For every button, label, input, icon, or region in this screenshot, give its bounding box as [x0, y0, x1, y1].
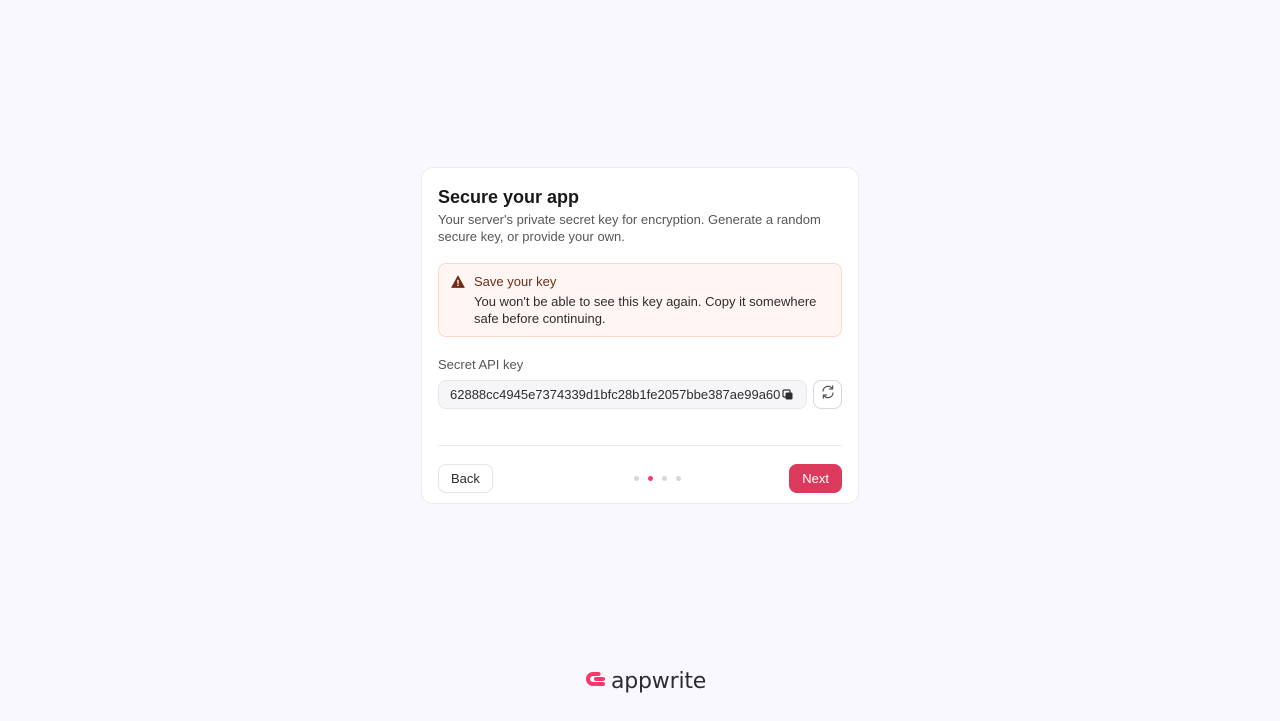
brand-name: appwrite	[611, 669, 707, 694]
alert-title: Save your key	[474, 274, 557, 289]
step-indicator	[633, 476, 681, 481]
secret-key-label: Secret API key	[438, 357, 524, 372]
page-title: Secure your app	[438, 187, 580, 207]
step-dot	[675, 476, 681, 481]
save-key-alert: Save your key You won't be able to see t…	[438, 263, 842, 337]
alert-text: You won't be able to see this key again.…	[474, 294, 817, 326]
step-dot	[661, 476, 667, 481]
footer-divider	[438, 445, 842, 446]
setup-card: Secure your app Your server's private se…	[421, 167, 859, 504]
card-footer: Back Next	[438, 464, 842, 493]
warning-icon	[451, 275, 465, 289]
alert-content: Save your key You won't be able to see t…	[474, 274, 829, 326]
page-subtitle: Your server's private secret key for enc…	[438, 212, 821, 244]
secret-key-value[interactable]: 62888cc4945e7374339d1bfc28b1fe2057bbe387…	[450, 387, 780, 402]
secret-key-row: 62888cc4945e7374339d1bfc28b1fe2057bbe387…	[438, 380, 842, 409]
copy-icon[interactable]	[780, 387, 796, 403]
refresh-icon	[820, 384, 836, 405]
secret-key-field[interactable]: 62888cc4945e7374339d1bfc28b1fe2057bbe387…	[438, 380, 807, 409]
step-dot	[633, 476, 639, 481]
regenerate-key-button[interactable]	[813, 380, 842, 409]
brand-logo: appwrite	[583, 669, 706, 694]
next-button[interactable]: Next	[789, 464, 842, 493]
step-dot-active	[647, 476, 653, 481]
appwrite-logo-icon	[583, 669, 605, 694]
back-button[interactable]: Back	[438, 464, 493, 493]
